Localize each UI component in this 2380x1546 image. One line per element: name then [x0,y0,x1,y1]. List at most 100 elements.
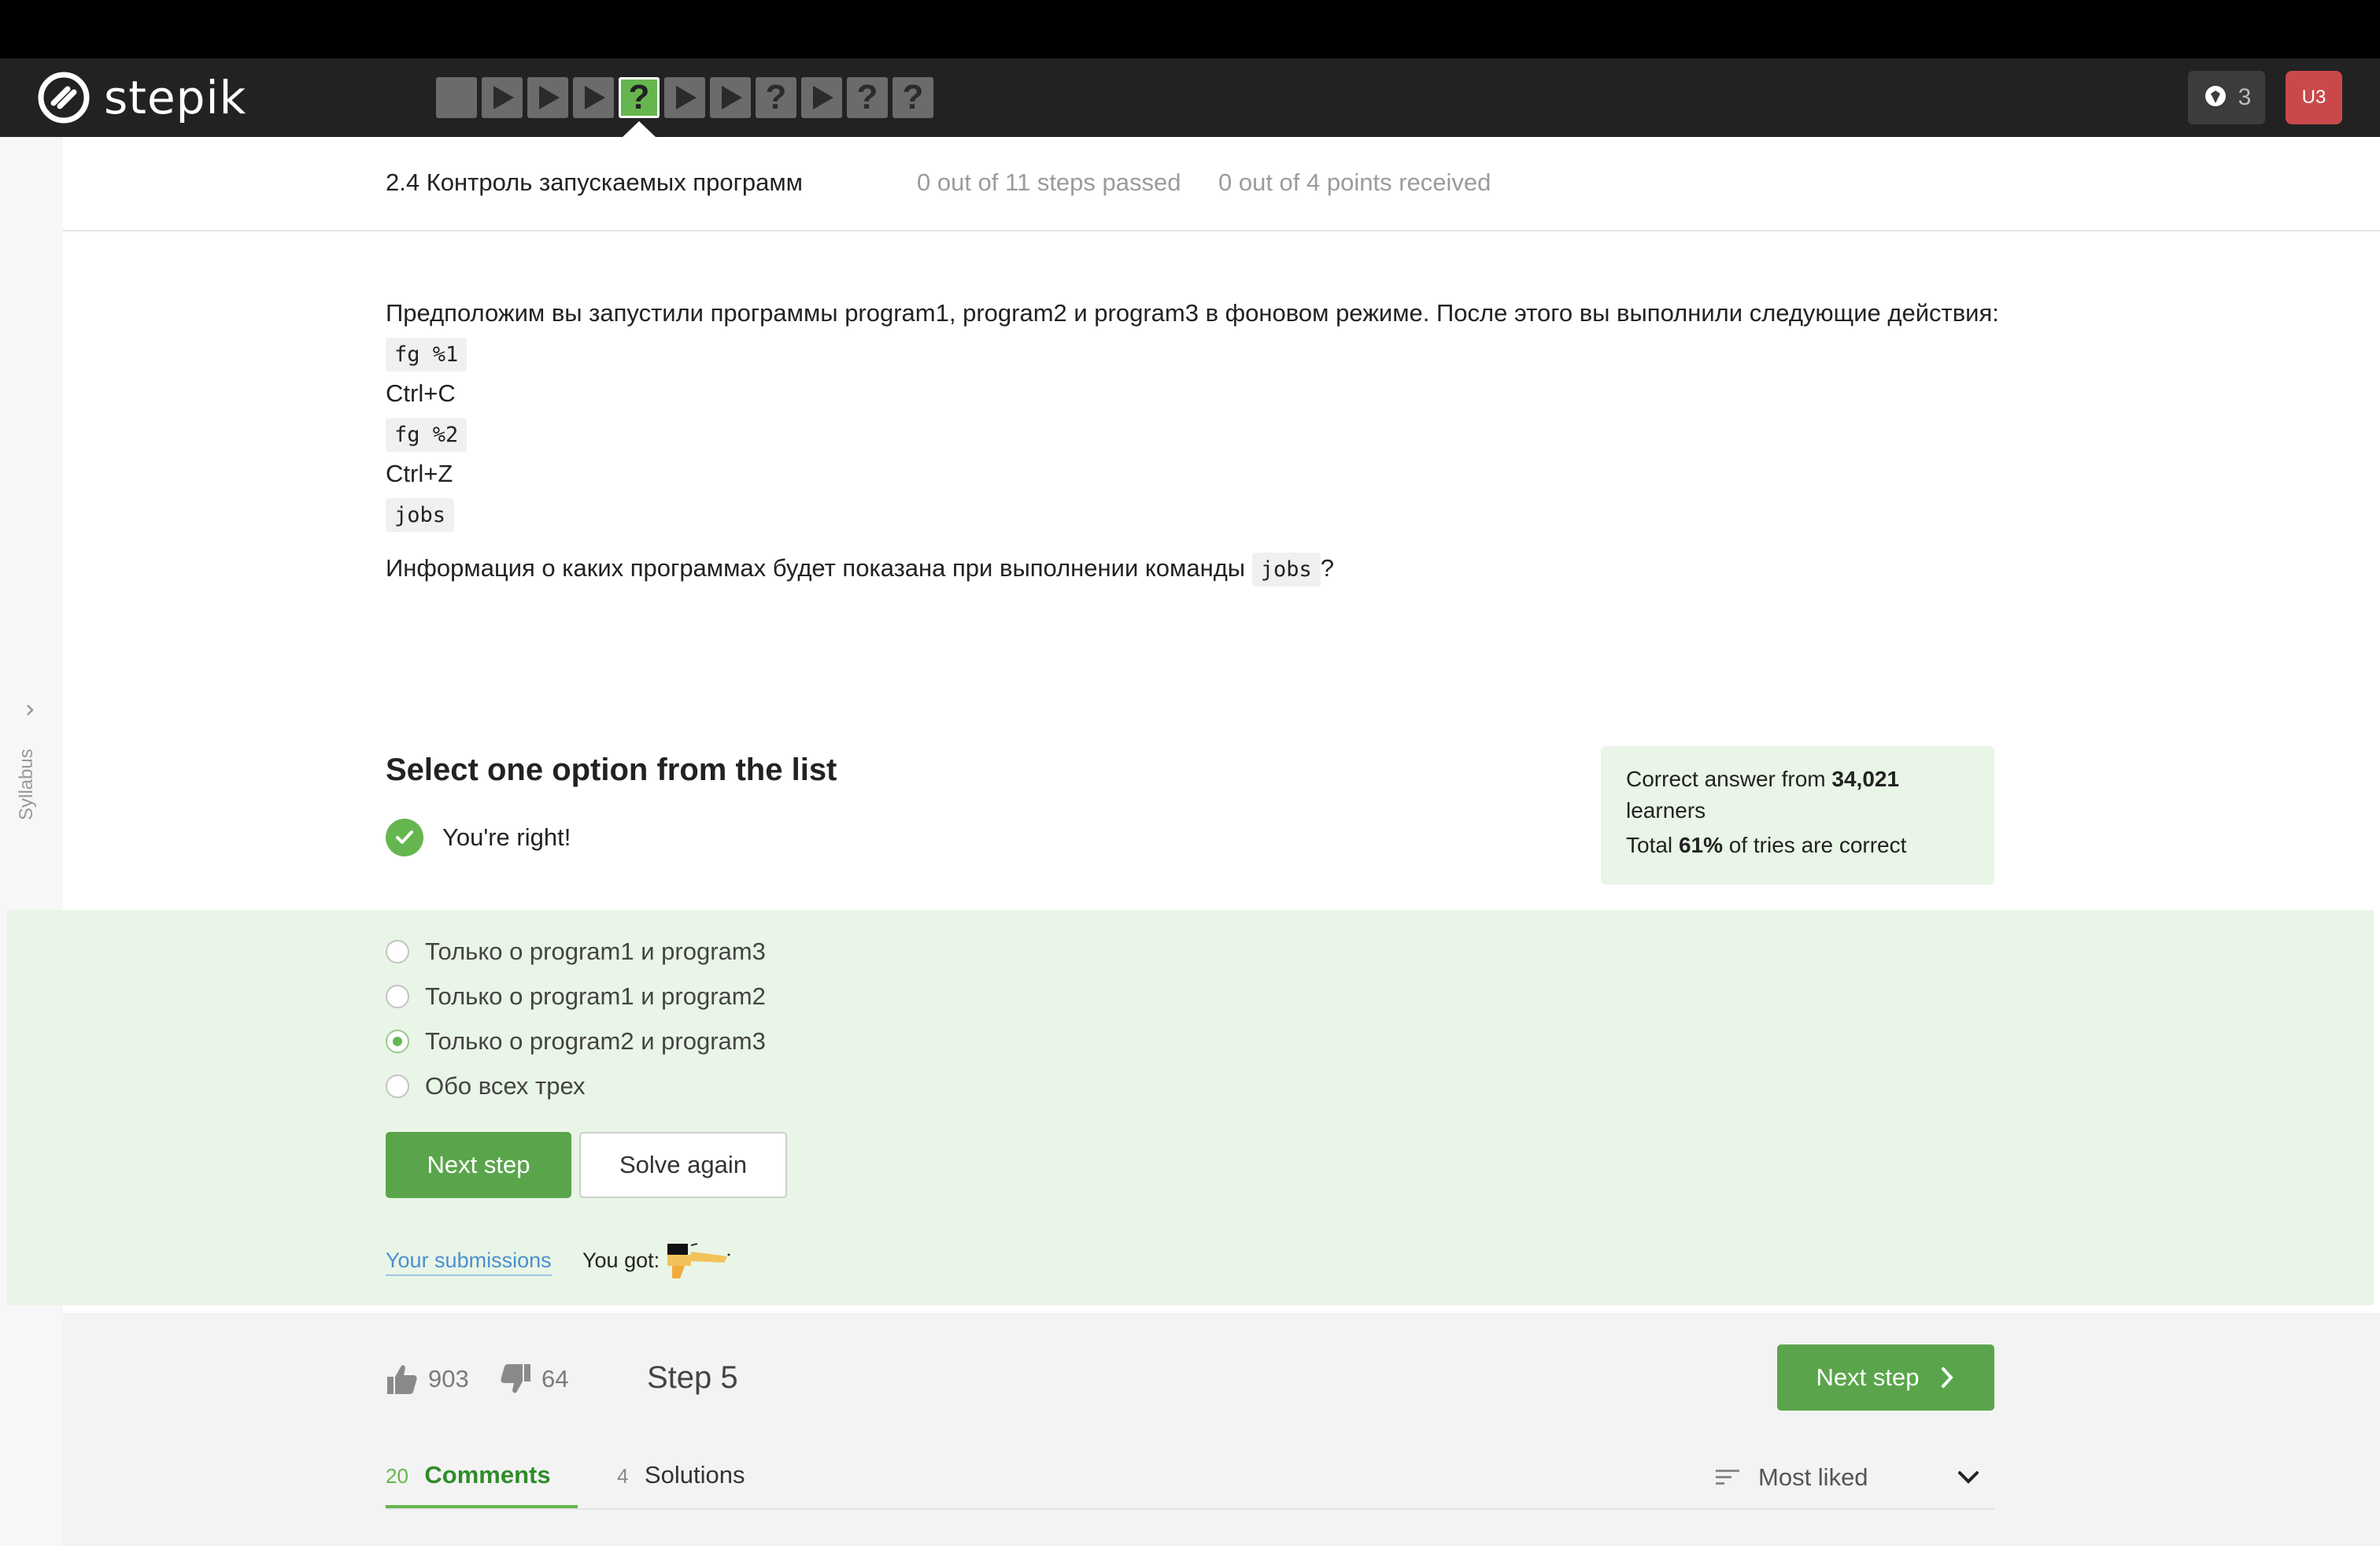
quiz-title: Select one option from the list [386,753,837,787]
action-line: fg %1 [386,333,1999,373]
result-message: You're right! [386,819,571,856]
question-icon: ? [765,78,787,117]
action-line: Ctrl+C [386,379,456,407]
step-5-button[interactable]: ? [619,77,660,118]
play-icon [493,86,514,109]
learners-count: 34,021 [1831,767,1900,791]
question-icon: ? [628,78,650,117]
chevron-right-icon [27,705,34,716]
step-3-button[interactable] [527,77,568,118]
next-step-label: Next step [1816,1363,1920,1391]
stepik-logo[interactable]: stepik [38,69,246,126]
syllabus-sidebar: Syllabus [0,137,63,1546]
steps-passed: 0 out of 11 steps passed [917,168,1181,196]
stats-prefix: Correct answer from [1626,767,1826,791]
logo-text: stepik [104,71,247,124]
step-9-button[interactable] [801,77,842,118]
step-1-button[interactable] [436,77,477,118]
solve-again-button[interactable]: Solve again [579,1132,787,1198]
notifications-button[interactable]: 3 [2188,71,2265,124]
answer-area [6,910,2374,1305]
sort-icon [1716,1470,1739,1485]
option-label: Только о program2 и program3 [425,1026,766,1055]
notification-icon [2204,86,2226,106]
play-icon [722,86,742,109]
code-snippet: jobs [1251,553,1321,586]
your-submissions-link[interactable]: Your submissions [386,1248,552,1276]
step-footer [63,1313,2380,1546]
step-number-label: Step 5 [647,1360,738,1395]
lesson-header: 2.4 Контроль запускаемых программ 0 out … [63,137,2380,231]
step-11-button[interactable]: ? [893,77,933,118]
option-4[interactable]: Обо всех трех [386,1063,766,1108]
code-snippet: fg %1 [386,338,468,372]
step-10-button[interactable]: ? [847,77,888,118]
step-navigation: ? ? ? ? [436,77,933,118]
stats-suffix: of tries are correct [1728,833,1907,857]
option-label: Только о program1 и program3 [425,937,766,965]
step-7-button[interactable] [710,77,751,118]
tab-label: Solutions [644,1461,745,1489]
check-circle-icon [386,819,423,856]
result-text: You're right! [442,823,571,851]
comments-count: 20 [386,1464,408,1488]
dislikes-count: 64 [541,1365,569,1393]
step-2-button[interactable] [482,77,523,118]
stats-line-1: Correct answer from 34,021 learners [1626,764,1969,827]
stats-line-2: Total 61% of tries are correct [1626,830,1969,861]
lesson-title: 2.4 Контроль запускаемых программ [386,168,803,196]
footer-next-step-button[interactable]: Next step [1777,1344,1994,1411]
tab-label: Comments [424,1461,551,1489]
correct-percent: 61% [1678,833,1723,857]
question-text: Информация о каких программах будет пока… [386,548,1999,590]
action-line: fg %2 [386,413,1999,453]
user-avatar[interactable]: U3 [2286,71,2342,124]
sort-label: Most liked [1758,1463,1868,1491]
stats-suffix: learners [1626,798,1706,823]
syllabus-toggle[interactable]: Syllabus [16,702,47,820]
option-label: Обо всех трех [425,1071,586,1100]
option-3[interactable]: Только о program2 и program3 [386,1019,766,1063]
option-label: Только о program1 и program2 [425,982,766,1010]
points-received: 0 out of 4 points received [1218,168,1491,196]
radio-button[interactable] [386,984,409,1008]
play-icon [539,86,560,109]
syllabus-label: Syllabus [16,749,37,820]
step-6-button[interactable] [664,77,705,118]
play-icon [676,86,697,109]
option-1[interactable]: Только о program1 и program3 [386,929,766,974]
notifications-count: 3 [2238,84,2252,110]
tab-comments[interactable]: 20 Comments [386,1461,578,1510]
step-4-button[interactable] [573,77,614,118]
you-got-label: You got: [582,1248,660,1272]
thumbs-down-icon [501,1364,530,1393]
top-navbar: stepik ? ? ? ? 3 U3 [0,58,2380,137]
stepik-logo-icon [38,72,90,124]
likes-count: 903 [428,1365,469,1393]
code-snippet: fg %2 [386,418,468,452]
action-line: Ctrl+Z [386,460,453,487]
sort-dropdown[interactable]: Most liked [1716,1458,1994,1497]
question-after: ? [1320,554,1334,582]
code-snippet: jobs [386,498,455,532]
stats-prefix: Total [1626,833,1673,857]
next-step-button[interactable]: Next step [386,1132,571,1198]
dislike-button[interactable]: 64 [499,1359,568,1400]
like-button[interactable]: 903 [386,1359,469,1400]
step-8-button[interactable]: ? [756,77,796,118]
reward-image-icon [667,1243,730,1278]
option-2[interactable]: Только о program1 и program2 [386,974,766,1019]
radio-button[interactable] [386,939,409,963]
tab-solutions[interactable]: 4 Solutions [617,1461,745,1510]
play-icon [813,86,833,109]
radio-button[interactable] [386,1074,409,1098]
options-list: Только о program1 и program3 Только о pr… [386,929,766,1108]
solutions-count: 4 [617,1464,629,1488]
chevron-right-icon [1942,1367,1954,1388]
action-line: jobs [386,494,1999,534]
problem-intro: Предположим вы запустили программы progr… [386,299,1999,327]
radio-button-selected[interactable] [386,1029,409,1053]
tabs-divider [386,1508,1994,1510]
play-icon [585,86,605,109]
thumbs-up-icon [387,1365,417,1394]
